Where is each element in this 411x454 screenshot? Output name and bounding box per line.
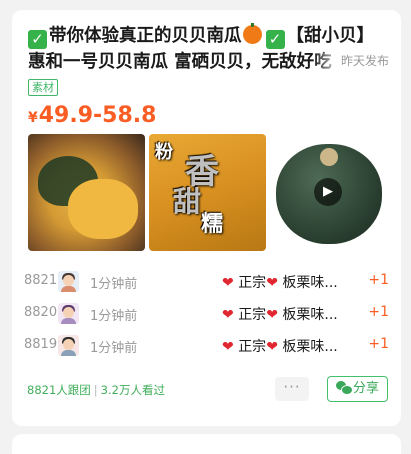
view-count: 3.2万人看过 <box>100 383 165 397</box>
order-number: 8819 <box>24 337 58 352</box>
order-row: 8819 1分钟前 ❤ 正宗❤ 板栗味... +1 <box>12 330 401 362</box>
heart-icon: ❤ <box>222 275 234 291</box>
avatar <box>58 271 79 292</box>
heart-icon: ❤ <box>266 339 278 355</box>
currency-symbol: ¥ <box>28 110 38 126</box>
order-qty: +1 <box>368 304 389 320</box>
heart-icon: ❤ <box>266 275 278 291</box>
photo-text-poster[interactable]: 粉 香 甜 糯 <box>149 134 266 251</box>
next-card-edge <box>12 434 401 454</box>
order-number: 8821 <box>24 273 58 288</box>
heart-icon: ❤ <box>266 307 278 323</box>
order-number: 8820 <box>24 305 58 320</box>
heart-icon: ❤ <box>222 339 234 355</box>
material-tag[interactable]: 素材 <box>28 79 58 96</box>
order-time: 1分钟前 <box>90 309 138 324</box>
group-count: 8821人跟团 <box>27 383 91 397</box>
price-range: 49.9-58.8 <box>38 103 157 128</box>
order-qty: +1 <box>368 336 389 352</box>
photo-cut-pumpkin[interactable] <box>28 134 145 251</box>
price: ¥49.9-58.8 <box>28 101 156 133</box>
order-row: 8821 1分钟前 ❤ 正宗❤ 板栗味... +1 <box>12 266 401 298</box>
order-desc: ❤ 正宗❤ 板栗味... <box>222 339 338 355</box>
title-text-1: 带你体验真正的贝贝南瓜 <box>49 26 242 46</box>
group-stats: 8821人跟团 | 3.2万人看过 <box>27 382 165 398</box>
play-icon[interactable]: ▶ <box>314 178 342 206</box>
order-row: 8820 1分钟前 ❤ 正宗❤ 板栗味... +1 <box>12 298 401 330</box>
photo-video-pumpkin[interactable]: ▶ <box>270 134 387 251</box>
avatar <box>58 303 79 324</box>
poster-text-1: 粉 <box>155 142 173 163</box>
order-desc: ❤ 正宗❤ 板栗味... <box>222 275 338 291</box>
order-time: 1分钟前 <box>90 277 138 292</box>
pumpkin-stem <box>320 148 338 166</box>
check-mark-icon: ✓ <box>28 30 47 49</box>
wechat-icon <box>335 381 353 395</box>
share-label: 分享 <box>352 381 379 396</box>
stats-divider: | <box>93 383 98 397</box>
publish-time: 昨天发布 <box>312 50 389 72</box>
photo-gallery: 粉 香 甜 糯 ▶ <box>28 134 387 251</box>
pumpkin-icon <box>242 23 262 44</box>
order-desc: ❤ 正宗❤ 板栗味... <box>222 307 338 323</box>
pumpkin-flesh <box>68 179 138 239</box>
heart-icon: ❤ <box>222 307 234 323</box>
more-button[interactable]: ··· <box>275 377 309 401</box>
order-time: 1分钟前 <box>90 341 138 356</box>
poster-text-4: 糯 <box>201 212 224 237</box>
order-qty: +1 <box>368 272 389 288</box>
poster-text-3: 甜 <box>173 185 202 218</box>
share-button[interactable]: 分享 <box>327 376 388 402</box>
recent-orders: 8821 1分钟前 ❤ 正宗❤ 板栗味... +1 8820 1分钟前 ❤ 正宗… <box>12 266 401 362</box>
avatar <box>58 335 79 356</box>
product-card[interactable]: ✓ 带你体验真正的贝贝南瓜 ✓ 【甜小贝】惠和一号贝贝南瓜 富硒贝贝，无敌好吃 昨天发… <box>12 10 401 426</box>
check-mark-icon: ✓ <box>265 30 285 49</box>
